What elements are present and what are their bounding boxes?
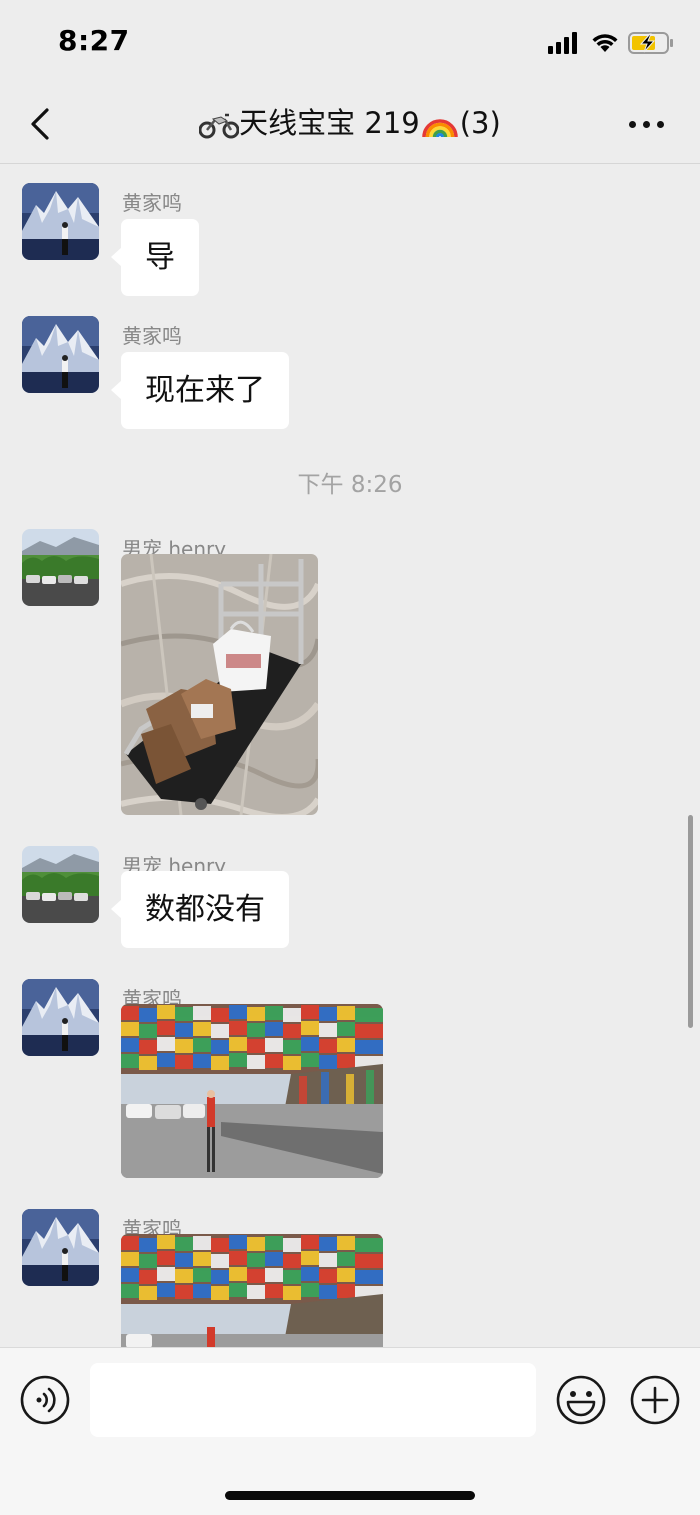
status-time: 8:27 [58, 24, 130, 57]
emoji-icon[interactable] [556, 1375, 606, 1425]
input-bar [0, 1347, 700, 1515]
text-bubble[interactable]: 导 [111, 219, 199, 296]
mountain-avatar[interactable] [22, 183, 99, 260]
chat-screen: 8:27 天线宝宝 219 (3) 黄家鸣 导 黄家鸣 现在来了 下午 8:26… [0, 0, 700, 1515]
sender-name: 黄家鸣 [122, 324, 182, 348]
landscape-avatar[interactable] [22, 846, 99, 923]
message-input[interactable] [90, 1363, 536, 1437]
more-options-button[interactable] [625, 108, 669, 142]
more-dot-icon [643, 121, 650, 128]
status-bar: 8:27 [0, 0, 700, 86]
prayer-flags-photo[interactable] [121, 1004, 383, 1178]
chat-title-text: 天线宝宝 219 [239, 106, 420, 140]
prayer-flags-photo[interactable] [121, 1234, 383, 1347]
message-list[interactable]: 黄家鸣 导 黄家鸣 现在来了 下午 8:26 男宠 henry 男宠 henry… [0, 165, 700, 1347]
mountain-avatar[interactable] [22, 979, 99, 1056]
luggage-cart-photo[interactable] [121, 554, 318, 815]
scroll-indicator[interactable] [688, 815, 693, 1028]
battery-charging-icon [628, 32, 673, 54]
mountain-avatar[interactable] [22, 1209, 99, 1286]
back-button[interactable] [22, 104, 62, 144]
member-count: (3) [459, 106, 501, 140]
motorcycle-emoji-icon [199, 113, 240, 139]
mountain-avatar[interactable] [22, 316, 99, 393]
rainbow-emoji-icon [421, 119, 458, 138]
wifi-icon [592, 34, 618, 52]
sender-name: 黄家鸣 [122, 191, 182, 215]
more-dot-icon [657, 121, 664, 128]
voice-input-icon[interactable] [20, 1375, 70, 1425]
landscape-avatar[interactable] [22, 529, 99, 606]
text-bubble[interactable]: 现在来了 [111, 352, 289, 429]
text-bubble[interactable]: 数都没有 [111, 871, 289, 948]
more-dot-icon [629, 121, 636, 128]
cellular-signal-icon [548, 32, 577, 54]
home-indicator[interactable] [225, 1491, 475, 1500]
chat-header: 天线宝宝 219 (3) [0, 86, 700, 164]
chat-title[interactable]: 天线宝宝 219 (3) [150, 100, 550, 142]
time-divider: 下午 8:26 [297, 472, 403, 498]
plus-icon[interactable] [630, 1375, 680, 1425]
